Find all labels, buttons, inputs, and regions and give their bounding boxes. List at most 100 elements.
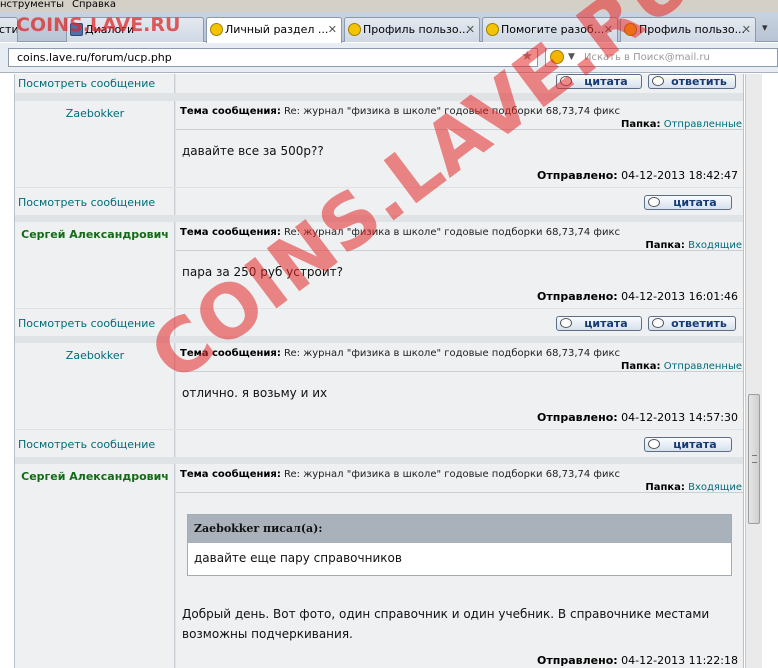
folder-label: Папка: — [645, 240, 685, 251]
tab-partial[interactable]: сти — [0, 17, 18, 42]
subject-label: Тема сообщения: — [180, 106, 281, 117]
subject-label: Тема сообщения: — [180, 469, 281, 480]
close-icon[interactable]: ✕ — [466, 18, 475, 41]
sent-label: Отправлено: — [537, 169, 618, 182]
sent-label: Отправлено: — [537, 290, 618, 303]
close-icon[interactable]: ✕ — [742, 18, 751, 41]
message-body: пара за 250 руб устроит? — [182, 265, 343, 279]
button-label: ответить — [671, 317, 727, 330]
sent-line: Отправлено: 04-12-2013 16:01:46 — [537, 290, 738, 303]
reply-button[interactable]: ответить — [648, 316, 736, 331]
folder-value[interactable]: Входящие — [688, 240, 742, 251]
subject-line: Тема сообщения: Re: журнал "физика в шко… — [180, 469, 620, 480]
folder-value[interactable]: Отправленные — [664, 361, 742, 372]
subject-text: Re: журнал "физика в школе" годовые подб… — [284, 227, 620, 238]
subject-label: Тема сообщения: — [180, 348, 281, 359]
close-icon[interactable]: ✕ — [604, 18, 613, 41]
address-text: coins.lave.ru/forum/ucp.php — [17, 51, 172, 64]
message-body: отлично. я возьму и их — [182, 386, 328, 400]
quote-icon — [560, 76, 572, 86]
tab-personal[interactable]: Личный раздел ... ✕ — [206, 17, 342, 43]
view-message-link[interactable]: Посмотреть сообщение — [18, 438, 155, 451]
sent-label: Отправлено: — [537, 411, 618, 424]
tab-help[interactable]: Помогите разоб... ✕ — [482, 17, 618, 42]
navigation-bar: coins.lave.ru/forum/ucp.php ★ ▼ Искать в… — [0, 43, 778, 73]
view-message-link[interactable]: Посмотреть сообщение — [18, 77, 155, 90]
subject-line: Тема сообщения: Re: журнал "физика в шко… — [180, 348, 620, 359]
author-cell — [15, 464, 175, 668]
tab-dialogs[interactable]: Диалоги — [66, 17, 204, 42]
close-icon[interactable]: ✕ — [328, 18, 337, 41]
tab-label: сти — [0, 23, 18, 36]
author-name[interactable]: Сергей Александрович — [15, 228, 175, 241]
author-name[interactable]: Zaebokker — [15, 349, 175, 362]
menu-bar: нструменты Справка — [0, 0, 778, 12]
search-engine-icon[interactable] — [550, 50, 564, 64]
message-body: давайте все за 500р?? — [182, 144, 324, 158]
menu-tools[interactable]: нструменты — [0, 0, 64, 10]
quote-block: Zaebokker писал(а): давайте еще пару спр… — [187, 514, 732, 576]
button-label: цитата — [584, 75, 628, 88]
sent-line: Отправлено: 04-12-2013 11:22:18 — [537, 654, 738, 667]
tab-label: Профиль пользо... — [639, 23, 746, 36]
scrollbar-thumb[interactable] — [748, 394, 760, 524]
message-body: Добрый день. Вот фото, один справочник и… — [182, 607, 710, 641]
smiley-icon — [486, 23, 499, 36]
quote-text: давайте еще пару справочников — [194, 551, 402, 565]
search-placeholder: Искать в Поиск@mail.ru — [584, 52, 710, 63]
reply-icon — [652, 318, 664, 328]
sent-value: 04-12-2013 16:01:46 — [621, 290, 738, 303]
tab-profile-2[interactable]: Профиль пользо... ✕ — [620, 17, 756, 42]
tab-list-icon[interactable]: ▾ — [762, 21, 768, 34]
author-name[interactable]: Сергей Александрович — [15, 470, 175, 483]
reply-icon — [652, 76, 664, 86]
folder-value[interactable]: Отправленные — [664, 119, 742, 130]
sent-line: Отправлено: 04-12-2013 18:42:47 — [537, 169, 738, 182]
folder-line: Папка: Отправленные — [621, 361, 742, 372]
folder-value[interactable]: Входящие — [688, 482, 742, 493]
author-name[interactable]: Zaebokker — [15, 107, 175, 120]
folder-label: Папка: — [620, 119, 661, 130]
quote-button[interactable]: цитата — [644, 437, 732, 452]
tab-label: Профиль пользо... — [363, 23, 470, 36]
smiley-icon — [210, 23, 223, 36]
folder-label: Папка: — [620, 361, 661, 372]
quote-author: Zaebokker писал(а): — [188, 515, 731, 543]
tab-label: Личный раздел ... — [225, 23, 329, 36]
view-message-link[interactable]: Посмотреть сообщение — [18, 317, 155, 330]
tab-bar: сти Диалоги Личный раздел ... ✕ Профиль п… — [0, 12, 778, 43]
subject-text: Re: журнал "физика в школе" годовые подб… — [284, 348, 620, 359]
quote-button[interactable]: цитата — [556, 316, 642, 331]
subject-line: Тема сообщения: Re: журнал "физика в шко… — [180, 106, 620, 117]
subject-label: Тема сообщения: — [180, 227, 281, 238]
tab-label: Помогите разоб... — [501, 23, 605, 36]
menu-help[interactable]: Справка — [72, 0, 116, 10]
button-label: цитата — [673, 196, 717, 209]
reply-button[interactable]: ответить — [648, 74, 736, 89]
search-input[interactable]: ▼ Искать в Поиск@mail.ru — [545, 48, 778, 67]
sent-value: 04-12-2013 11:22:18 — [621, 654, 738, 667]
grip-icon — [752, 455, 757, 463]
address-input[interactable]: coins.lave.ru/forum/ucp.php ★ — [8, 48, 538, 67]
quote-button[interactable]: цитата — [644, 195, 732, 210]
folder-line: Папка: Входящие — [645, 482, 742, 493]
quote-icon — [560, 318, 572, 328]
button-label: цитата — [673, 438, 717, 451]
sent-value: 04-12-2013 14:57:30 — [621, 411, 738, 424]
subject-line: Тема сообщения: Re: журнал "физика в шко… — [180, 227, 620, 238]
smiley-icon — [624, 23, 637, 36]
subject-text: Re: журнал "физика в школе" годовые подб… — [284, 106, 620, 117]
sent-label: Отправлено: — [537, 654, 618, 667]
quote-button[interactable]: цитата — [556, 74, 642, 89]
view-message-link[interactable]: Посмотреть сообщение — [18, 196, 155, 209]
chevron-down-icon[interactable]: ▼ — [568, 49, 575, 66]
vertical-scrollbar[interactable] — [745, 74, 762, 668]
folder-line: Папка: Отправленные — [621, 119, 742, 130]
bookmark-star-icon[interactable]: ★ — [521, 48, 533, 65]
folder-line: Папка: Входящие — [645, 240, 742, 251]
forum-page: Посмотреть сообщение цитата ответить Zae… — [0, 74, 778, 668]
subject-text: Re: журнал "физика в школе" годовые подб… — [284, 469, 620, 480]
tab-profile-1[interactable]: Профиль пользо... ✕ — [344, 17, 480, 42]
smiley-icon — [348, 23, 361, 36]
folder-label: Папка: — [645, 482, 685, 493]
